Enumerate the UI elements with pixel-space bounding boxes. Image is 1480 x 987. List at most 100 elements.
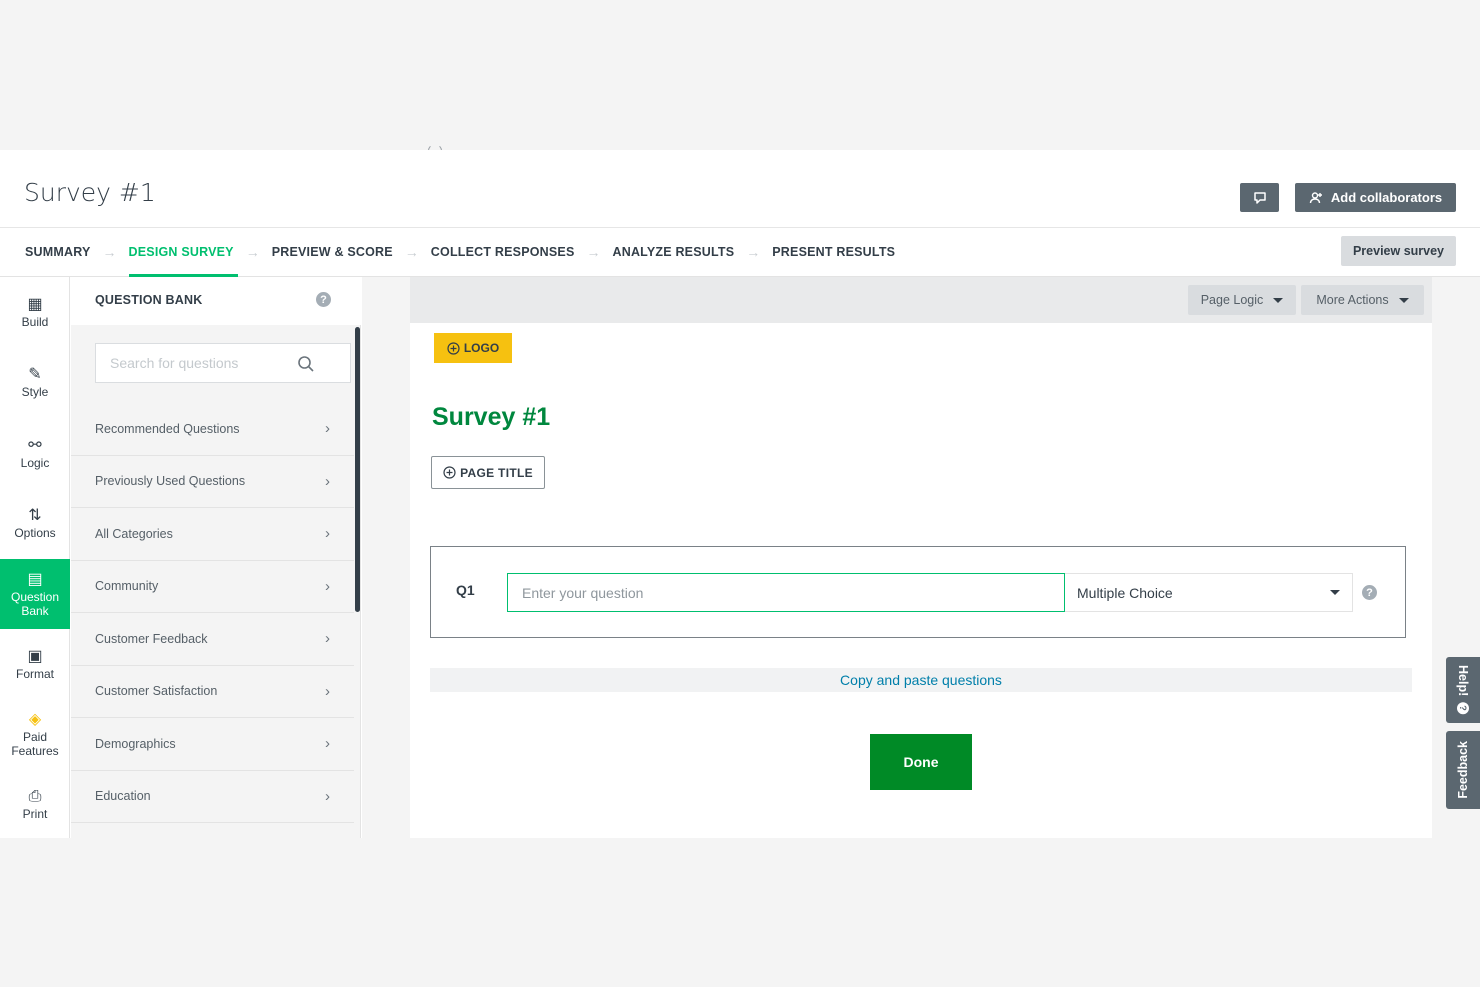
add-page-title-button[interactable]: PAGE TITLE xyxy=(431,456,545,489)
chevron-right-icon: › xyxy=(325,735,330,753)
chevron-right-icon: › xyxy=(325,787,330,805)
plus-circle-icon xyxy=(447,341,460,355)
add-logo-label: LOGO xyxy=(463,341,500,355)
chevron-right-icon: › xyxy=(325,577,330,595)
build-icon: ▦ xyxy=(27,295,43,313)
brush-icon: ✎ xyxy=(28,365,42,383)
survey-editor-app: Survey #1 Add collaborators SUMMARY → DESI… xyxy=(0,150,1480,838)
rail-item-label: Format xyxy=(15,666,54,681)
tag-icon: ◈ xyxy=(28,710,42,728)
page-logic-dropdown[interactable]: Page Logic xyxy=(1188,285,1296,315)
preview-survey-button[interactable]: Preview survey xyxy=(1341,236,1456,266)
feedback-tab[interactable]: Feedback xyxy=(1446,731,1480,809)
add-logo-button[interactable]: LOGO xyxy=(434,333,512,363)
done-button[interactable]: Done xyxy=(870,734,972,790)
add-collaborators-label: Add collaborators xyxy=(1330,190,1443,205)
list-item[interactable]: All Categories › xyxy=(71,508,354,561)
category-label: Demographics xyxy=(95,736,176,751)
question-search-box xyxy=(95,343,351,383)
category-label: Recommended Questions xyxy=(95,421,240,436)
chevron-right-icon: › xyxy=(325,420,330,438)
chevron-right-icon: › xyxy=(325,472,330,490)
rail-item-options[interactable]: ⇅ Options xyxy=(0,488,70,558)
category-label: Community xyxy=(95,579,159,594)
rail-item-logic[interactable]: ⚯ Logic xyxy=(0,418,70,488)
list-item[interactable]: Community › xyxy=(71,560,354,613)
feedback-tab-label: Feedback xyxy=(1456,741,1470,799)
rail-item-label: Print xyxy=(22,806,48,821)
list-item[interactable]: Education › xyxy=(71,770,354,823)
question-text-box xyxy=(507,573,1065,612)
comment-icon xyxy=(1253,191,1266,204)
rail-item-build[interactable]: ▦ Build xyxy=(0,277,70,347)
plus-circle-icon xyxy=(443,466,456,479)
category-label: Previously Used Questions xyxy=(95,474,246,489)
search-icon[interactable] xyxy=(297,355,315,373)
question-bank-title: QUESTION BANK xyxy=(95,293,203,307)
question-type-help-icon[interactable]: ? xyxy=(1362,585,1377,600)
category-label: Customer Feedback xyxy=(95,631,208,646)
caret-down-icon xyxy=(1330,590,1340,595)
rail-item-question-bank[interactable]: ▤ Question Bank xyxy=(0,559,70,629)
more-actions-dropdown[interactable]: More Actions xyxy=(1301,285,1424,315)
survey-page: LOGO Survey #1 PAGE TITLE Q1 Multiple Ch… xyxy=(410,323,1432,838)
step-arrow-icon: → xyxy=(586,244,601,260)
survey-title[interactable]: Survey #1 xyxy=(24,178,156,207)
rail-item-paid-features[interactable]: ◈ Paid Features xyxy=(0,699,70,769)
header: Survey #1 Add collaborators xyxy=(0,150,1480,228)
question-type-value: Multiple Choice xyxy=(1077,584,1173,601)
question-bank-help-icon[interactable]: ? xyxy=(316,292,331,307)
more-actions-label: More Actions xyxy=(1316,293,1389,307)
rail-item-label: Logic xyxy=(20,455,50,470)
copy-paste-questions-link[interactable]: Copy and paste questions xyxy=(430,668,1412,692)
category-label: Education xyxy=(95,789,151,804)
sliders-icon: ⇅ xyxy=(28,506,42,524)
rail-item-label: Style xyxy=(21,384,49,399)
page-toolbar: Page Logic More Actions xyxy=(410,277,1432,323)
tab-collect-responses[interactable]: COLLECT RESPONSES xyxy=(431,228,575,276)
tab-present-results[interactable]: PRESENT RESULTS xyxy=(772,228,895,276)
rail-item-format[interactable]: ▣ Format xyxy=(0,629,70,699)
question-search-input[interactable] xyxy=(110,355,290,371)
list-item[interactable]: Customer Satisfaction › xyxy=(71,665,354,718)
logic-icon: ⚯ xyxy=(28,436,42,454)
bank-icon: ▤ xyxy=(27,570,43,588)
help-icon: ? xyxy=(1457,702,1469,715)
chevron-right-icon: › xyxy=(325,630,330,648)
panel-scrollbar[interactable] xyxy=(355,327,360,612)
step-arrow-icon: → xyxy=(404,244,419,260)
chevron-right-icon: › xyxy=(325,682,330,700)
rail-item-style[interactable]: ✎ Style xyxy=(0,347,70,417)
rail-item-print[interactable]: ⎙ Print xyxy=(0,770,70,838)
list-item[interactable]: Previously Used Questions › xyxy=(71,455,354,508)
step-arrow-icon: → xyxy=(746,244,761,260)
question-type-select[interactable]: Multiple Choice xyxy=(1065,573,1353,612)
rail-item-label: Build xyxy=(21,314,49,329)
list-item[interactable]: Customer Feedback › xyxy=(71,613,354,666)
category-label: All Categories xyxy=(95,526,173,541)
list-item[interactable]: Demographics › xyxy=(71,718,354,771)
list-item[interactable]: Recommended Questions › xyxy=(71,403,354,456)
step-tabs: SUMMARY → DESIGN SURVEY → PREVIEW & SCORE → CO… xyxy=(25,228,895,277)
question-number: Q1 xyxy=(456,582,475,598)
question-text-input[interactable] xyxy=(522,584,1042,601)
tab-design-survey[interactable]: DESIGN SURVEY xyxy=(128,228,238,277)
help-tab[interactable]: ? Help! xyxy=(1446,657,1480,723)
chevron-right-icon: › xyxy=(325,525,330,543)
print-icon: ⎙ xyxy=(28,787,42,805)
question-editor: Q1 Multiple Choice ? xyxy=(430,546,1406,638)
tab-summary[interactable]: SUMMARY xyxy=(25,228,91,276)
survey-step-nav: SUMMARY → DESIGN SURVEY → PREVIEW & SCORE → CO… xyxy=(0,228,1480,277)
step-arrow-icon: → xyxy=(102,244,117,260)
tab-preview-score[interactable]: PREVIEW & SCORE xyxy=(272,228,393,276)
add-page-title-label: PAGE TITLE xyxy=(460,465,533,480)
caret-down-icon xyxy=(1273,297,1284,303)
page-logic-label: Page Logic xyxy=(1200,293,1264,307)
category-label: Customer Satisfaction xyxy=(95,684,218,699)
tab-analyze-results[interactable]: ANALYZE RESULTS xyxy=(613,228,735,276)
add-collaborators-button[interactable]: Add collaborators xyxy=(1295,183,1456,212)
question-category-list: Recommended Questions › Previously Used Qu… xyxy=(71,403,354,823)
survey-heading[interactable]: Survey #1 xyxy=(432,403,550,432)
comments-button[interactable] xyxy=(1240,183,1279,212)
help-tab-label: Help! xyxy=(1456,665,1470,697)
